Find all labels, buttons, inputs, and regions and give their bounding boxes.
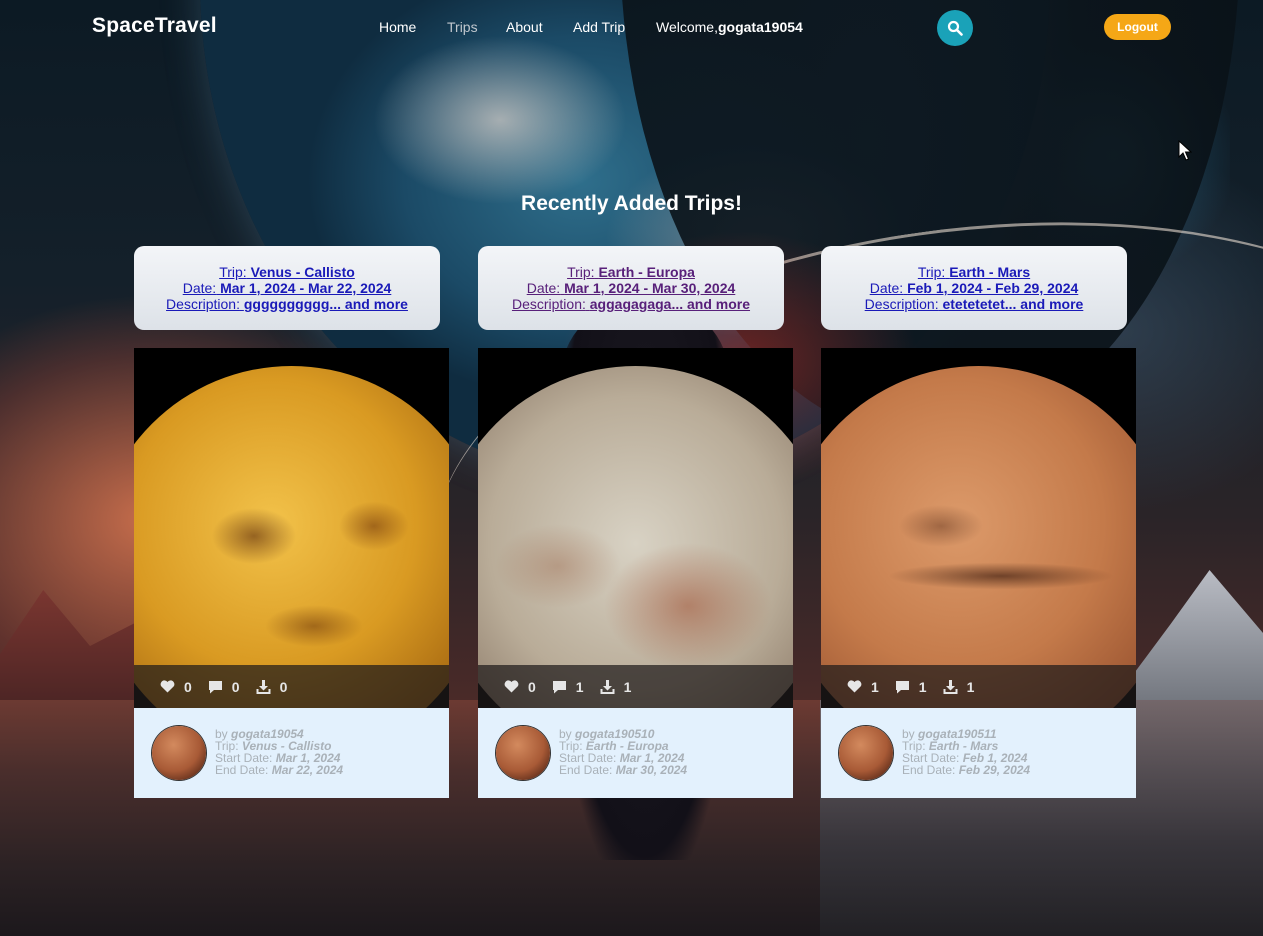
comment-button[interactable]: 1: [552, 679, 584, 695]
trip-summary-card[interactable]: Trip: Venus - Callisto Date: Mar 1, 2024…: [134, 246, 440, 330]
like-count: 1: [871, 678, 879, 695]
venus-image: [134, 366, 449, 708]
summary-description-link[interactable]: Description: etetetetet... and more: [821, 296, 1127, 312]
nav-link-about[interactable]: About: [506, 19, 543, 35]
trip-image[interactable]: [821, 348, 1136, 708]
like-button[interactable]: 0: [504, 679, 536, 695]
summary-description-link[interactable]: Description: aggagagaga... and more: [478, 296, 784, 312]
download-icon: [256, 679, 271, 694]
trip-info: by gogata190510 Trip: Earth - Europa Sta…: [478, 708, 793, 798]
trip-stats-bar: 0 1 1: [478, 665, 793, 708]
heart-icon: [160, 680, 175, 693]
comment-icon: [895, 680, 909, 693]
comment-count: 1: [575, 678, 584, 695]
trip-image[interactable]: [134, 348, 449, 708]
trip-info: by gogata190511 Trip: Earth - Mars Start…: [821, 708, 1136, 798]
download-count: 1: [966, 678, 975, 695]
trip-end-date: End Date: Mar 22, 2024: [215, 763, 344, 777]
download-count: 0: [279, 678, 288, 695]
europa-image: [478, 366, 793, 708]
summary-trip-link[interactable]: Trip: Earth - Mars: [821, 264, 1127, 280]
download-icon: [600, 679, 615, 694]
download-count: 1: [623, 678, 632, 695]
comment-button[interactable]: 0: [208, 679, 240, 695]
mouse-cursor-icon: [1178, 140, 1192, 161]
comment-button[interactable]: 1: [895, 679, 927, 695]
mars-image: [821, 366, 1136, 708]
avatar: [839, 726, 893, 780]
download-icon: [943, 679, 958, 694]
welcome-username: gogata19054: [717, 19, 803, 35]
summary-description-link[interactable]: Description: gggggggggg... and more: [134, 296, 440, 312]
trip-card[interactable]: 0 1 1 by gogata190510 Trip: Earth - Euro…: [478, 348, 793, 798]
summary-date-link[interactable]: Date: Feb 1, 2024 - Feb 29, 2024: [821, 280, 1127, 296]
trip-image[interactable]: [478, 348, 793, 708]
trip-end-date: End Date: Feb 29, 2024: [902, 763, 1031, 777]
section-title: Recently Added Trips!: [521, 192, 742, 215]
brand-logo[interactable]: SpaceTravel: [92, 14, 217, 38]
search-button[interactable]: [937, 10, 973, 46]
trip-meta: by gogata190510 Trip: Earth - Europa Sta…: [559, 728, 687, 776]
download-button[interactable]: 1: [600, 678, 632, 695]
summary-date-link[interactable]: Date: Mar 1, 2024 - Mar 30, 2024: [478, 280, 784, 296]
nav-link-home[interactable]: Home: [379, 19, 416, 35]
comment-icon: [208, 680, 222, 693]
welcome-prefix: Welcome,: [656, 19, 718, 35]
download-button[interactable]: 0: [256, 678, 288, 695]
like-count: 0: [528, 678, 536, 695]
avatar: [152, 726, 206, 780]
avatar: [496, 726, 550, 780]
summary-date-link[interactable]: Date: Mar 1, 2024 - Mar 22, 2024: [134, 280, 440, 296]
trip-meta: by gogata190511 Trip: Earth - Mars Start…: [902, 728, 1030, 776]
heart-icon: [504, 680, 519, 693]
trip-summary-card[interactable]: Trip: Earth - Europa Date: Mar 1, 2024 -…: [478, 246, 784, 330]
nav-link-add-trip[interactable]: Add Trip: [573, 19, 625, 35]
trip-summary-card[interactable]: Trip: Earth - Mars Date: Feb 1, 2024 - F…: [821, 246, 1127, 330]
welcome-text: Welcome,gogata19054: [656, 19, 803, 35]
like-button[interactable]: 1: [847, 679, 879, 695]
comment-count: 1: [918, 678, 927, 695]
trip-card[interactable]: 1 1 1 by gogata190511 Trip: Earth - Mars…: [821, 348, 1136, 798]
trip-meta: by gogata19054 Trip: Venus - Callisto St…: [215, 728, 343, 776]
like-count: 0: [184, 678, 192, 695]
nav-link-trips[interactable]: Trips: [447, 19, 478, 35]
comment-count: 0: [231, 678, 240, 695]
trip-stats-bar: 0 0 0: [134, 665, 449, 708]
summary-trip-link[interactable]: Trip: Earth - Europa: [478, 264, 784, 280]
heart-icon: [847, 680, 862, 693]
comment-icon: [552, 680, 566, 693]
logout-button[interactable]: Logout: [1104, 14, 1171, 40]
download-button[interactable]: 1: [943, 678, 975, 695]
trip-end-date: End Date: Mar 30, 2024: [559, 763, 688, 777]
trip-card[interactable]: 0 0 0 by gogata19054 Trip: Venus - Calli…: [134, 348, 449, 798]
like-button[interactable]: 0: [160, 679, 192, 695]
summary-trip-link[interactable]: Trip: Venus - Callisto: [134, 264, 440, 280]
search-icon: [947, 20, 963, 36]
trip-stats-bar: 1 1 1: [821, 665, 1136, 708]
trip-info: by gogata19054 Trip: Venus - Callisto St…: [134, 708, 449, 798]
